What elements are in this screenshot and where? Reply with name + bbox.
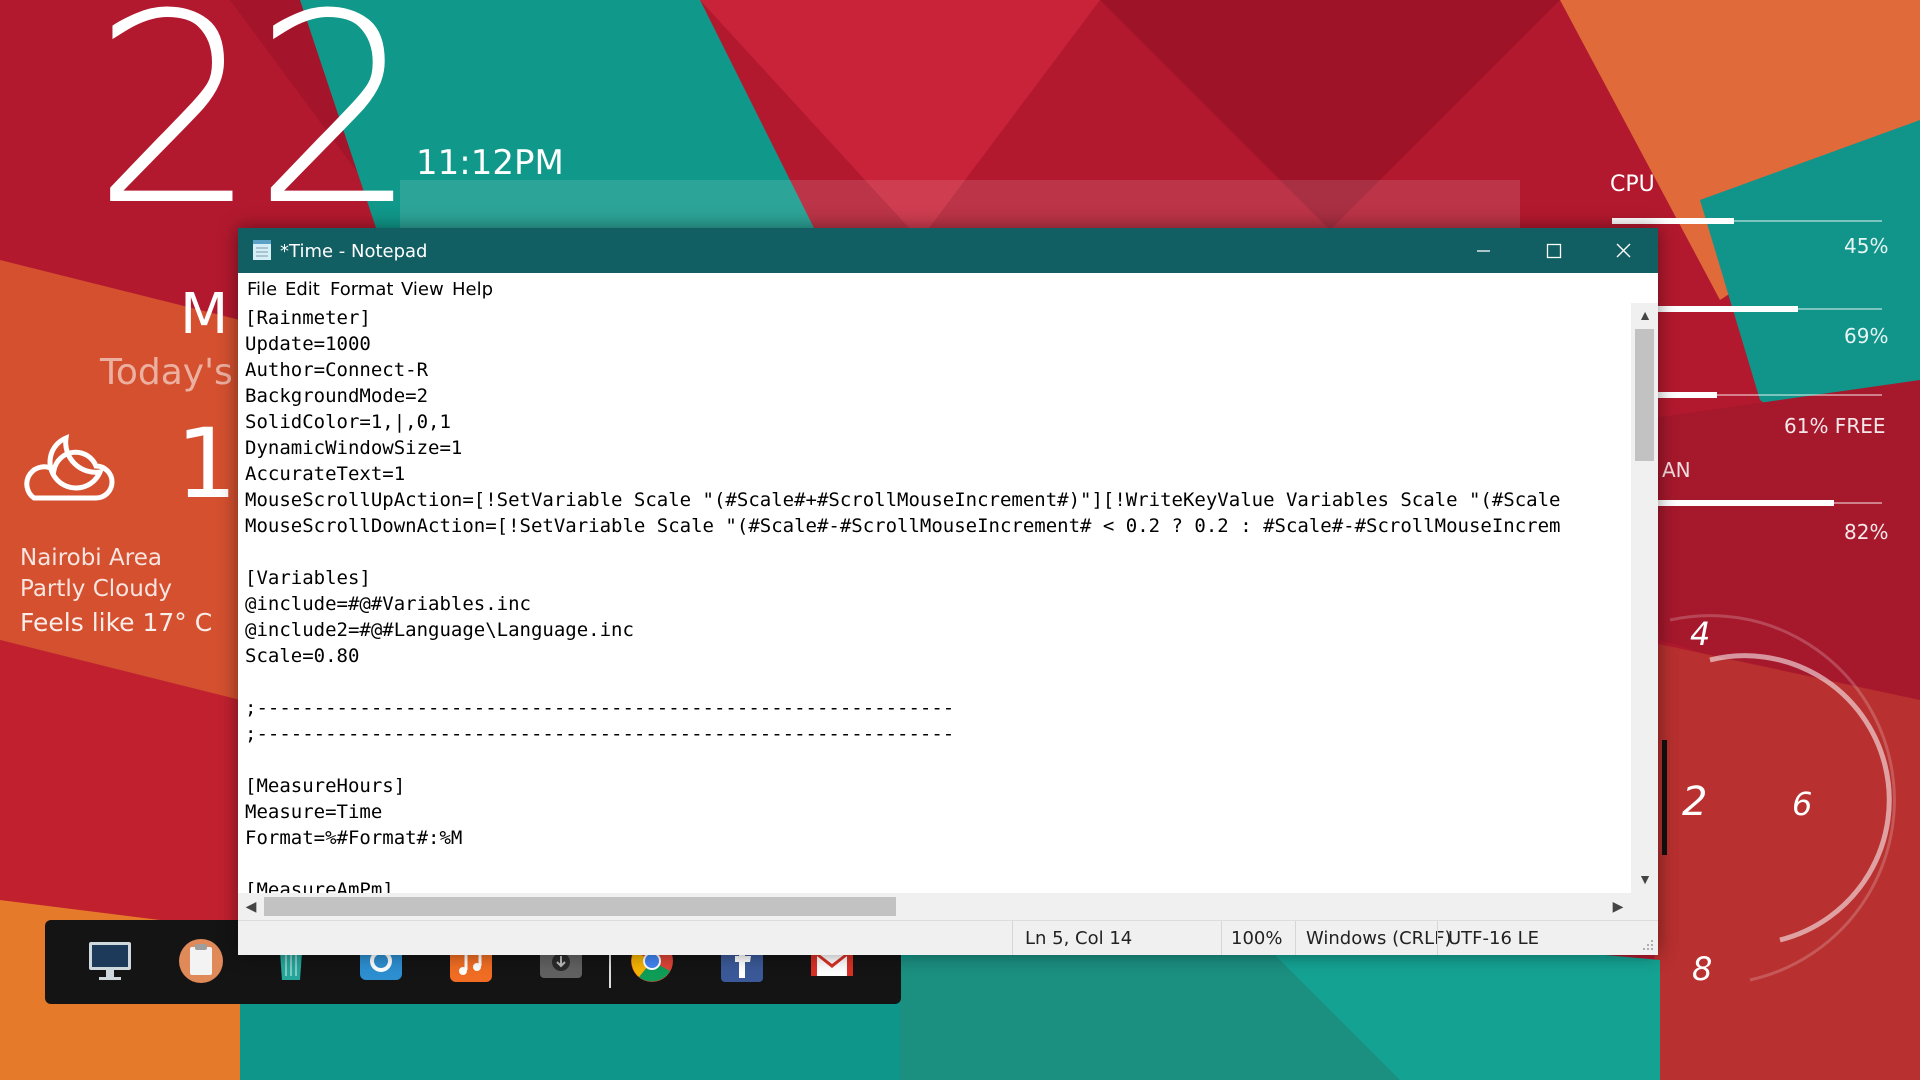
scroll-up-icon[interactable]: ▲ <box>1635 307 1655 323</box>
maximize-icon <box>1546 243 1562 259</box>
close-button[interactable] <box>1588 228 1658 273</box>
scroll-right-icon[interactable]: ▶ <box>1608 898 1628 915</box>
status-bar: Ln 5, Col 14 100% Windows (CRLF) UTF-16 … <box>238 920 1658 955</box>
gauge-label-2: 2 <box>1682 779 1707 825</box>
menu-view[interactable]: View <box>401 279 444 300</box>
menu-help[interactable]: Help <box>452 279 493 300</box>
weather-feels-like: Feels like 17° C <box>20 608 213 637</box>
editor-content[interactable]: [Rainmeter] Update=1000 Author=Connect-R… <box>245 305 1560 893</box>
vertical-scroll-thumb[interactable] <box>1635 329 1654 461</box>
minimize-button[interactable] <box>1448 228 1518 273</box>
weather-location: Nairobi Area <box>20 545 162 571</box>
cpu-bar <box>1612 218 1882 224</box>
cloud-moon-icon <box>24 433 115 501</box>
encoding: UTF-16 LE <box>1448 928 1540 949</box>
resize-grip-icon[interactable] <box>1642 939 1654 951</box>
scroll-corner <box>1631 893 1658 920</box>
close-icon <box>1616 243 1631 258</box>
notepad-icon <box>253 240 271 260</box>
zoom-level: 100% <box>1231 928 1283 949</box>
notepad-icon[interactable] <box>178 938 224 984</box>
line-ending: Windows (CRLF) <box>1306 928 1452 949</box>
minimize-icon <box>1477 250 1490 252</box>
scroll-down-icon[interactable]: ▼ <box>1635 871 1655 887</box>
monitor-icon[interactable] <box>87 938 133 984</box>
horizontal-scroll-thumb[interactable] <box>264 897 896 916</box>
menu-format[interactable]: Format <box>330 279 393 300</box>
day-number: 22 <box>92 0 419 263</box>
cursor-position: Ln 5, Col 14 <box>1025 928 1133 949</box>
menu-file[interactable]: File <box>247 279 277 300</box>
gauge-label-4: 4 <box>1690 615 1710 653</box>
notepad-window: *Time - Notepad File Edit Format View He… <box>238 228 1658 955</box>
maximize-button[interactable] <box>1518 228 1588 273</box>
stat4-label: AN <box>1662 458 1691 482</box>
scroll-left-icon[interactable]: ◀ <box>241 898 261 915</box>
stat2-percent: 69% <box>1844 324 1889 348</box>
menu-edit[interactable]: Edit <box>285 279 320 300</box>
cpu-label: CPU <box>1610 172 1655 197</box>
horizontal-scrollbar[interactable]: ◀ ▶ <box>238 893 1631 920</box>
stat3-percent: 61% FREE <box>1784 414 1886 438</box>
menu-bar: File Edit Format View Help <box>238 273 1658 303</box>
clock-time: 11:12PM <box>416 143 564 183</box>
speed-gauge: 4 2 6 8 <box>1662 614 1896 988</box>
window-title: *Time - Notepad <box>280 241 428 262</box>
cpu-percent: 45% <box>1844 234 1889 258</box>
gauge-label-6: 6 <box>1792 785 1812 823</box>
month-text: M <box>180 282 229 347</box>
text-editor[interactable]: [Rainmeter] Update=1000 Author=Connect-R… <box>238 303 1631 893</box>
gauge-label-8: 8 <box>1692 950 1712 988</box>
stat4-percent: 82% <box>1844 520 1889 544</box>
weather-condition: Partly Cloudy <box>20 576 173 602</box>
vertical-scrollbar[interactable]: ▲ ▼ <box>1631 303 1658 893</box>
title-bar[interactable]: *Time - Notepad <box>238 228 1658 273</box>
